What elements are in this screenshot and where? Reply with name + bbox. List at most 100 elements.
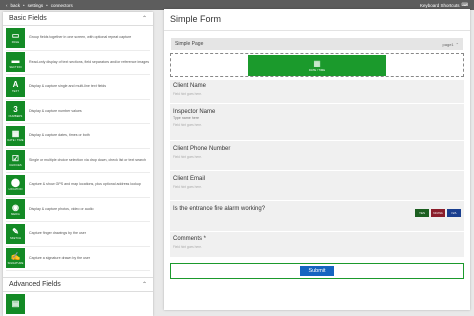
field-palette: Basic Fields ⌃ ▭ PAGE Group fields togethe… <box>3 12 153 316</box>
chevron-up-icon[interactable]: ⌃ <box>142 15 147 22</box>
palette-item-media[interactable]: ◉ MEDIA Display & capture photos, video or… <box>6 198 150 222</box>
palette-item-description: Capture finger drawings by the user <box>29 231 86 236</box>
keyboard-icon: ⌨ <box>461 2 469 7</box>
back-arrow-icon[interactable]: ‹ <box>6 3 8 8</box>
palette-item-description: Single or multiple choice selection via … <box>29 157 147 162</box>
calendar-icon: ▦ <box>313 58 321 68</box>
date-time-label: DATE / TIME <box>308 67 326 72</box>
advanced-glyph-icon: ▤ <box>11 299 20 309</box>
chevron-up-icon[interactable]: ⌃ <box>142 281 147 288</box>
section-tile: ▬ SECTION <box>6 52 25 73</box>
section-icon: ▬ <box>11 55 20 65</box>
date-time-field[interactable]: ▦ DATE / TIME <box>248 54 386 76</box>
field-hint: Field hint goes here. <box>173 185 202 189</box>
text-tile: A TEXT <box>6 76 25 97</box>
sketch-tile: ✎ SKETCH <box>6 223 25 244</box>
field-hint: Field hint goes here. <box>173 92 202 96</box>
palette-item-date-time[interactable]: ▦ DATE / TIME Display & capture dates, tim… <box>6 124 150 149</box>
basic-fields-header[interactable]: Basic Fields ⌃ <box>3 12 153 26</box>
field-inspector-name[interactable]: Inspector Name Type name here Field hint… <box>170 104 464 141</box>
field-client-name[interactable]: Client Name Field hint goes here. <box>170 80 464 104</box>
palette-item-description: Display & capture photos, video or audio <box>29 206 94 211</box>
advanced-fields-section: Advanced Fields ⌃ ▤ <box>3 277 153 316</box>
choice-buttons: YES NO/NA N/A <box>415 209 461 217</box>
tile-label: NUMBERS <box>8 114 23 118</box>
field-comments[interactable]: Comments * Field hint goes here. <box>170 232 464 258</box>
field-label: Client Phone Number <box>173 146 231 152</box>
field-label: Is the entrance fire alarm working? <box>173 206 266 212</box>
tile-label: SKETCH <box>9 237 22 241</box>
drop-zone[interactable]: ▦ DATE / TIME <box>170 53 464 77</box>
basic-fields-list: ▭ PAGE Group fields together in one screen… <box>3 26 153 271</box>
tile-label: MEDIA <box>11 212 20 216</box>
choice-yes-button[interactable]: YES <box>415 209 429 217</box>
field-client-phone[interactable]: Client Phone Number Field hint goes here… <box>170 141 464 171</box>
form-title[interactable]: Simple Form <box>164 9 470 31</box>
palette-item-description: Display & capture number values <box>29 108 82 113</box>
keyboard-shortcuts-link[interactable]: Keyboard Shortcuts ⌨ <box>420 2 468 8</box>
tile-label: SECTION <box>9 65 22 69</box>
keyboard-shortcuts-label: Keyboard Shortcuts <box>419 2 460 8</box>
palette-item-description: Capture a signature drawn by the user <box>29 255 91 260</box>
date-time-tile: ▦ DATE / TIME <box>6 125 25 146</box>
breadcrumb-separator: • <box>46 2 48 8</box>
media-tile: ◉ MEDIA <box>6 199 25 220</box>
date-time-icon: ▦ <box>11 129 20 139</box>
field-hint: Field hint goes here. <box>173 123 202 127</box>
tile-label: TEXT <box>11 90 20 94</box>
tile-label: SIGNATURE <box>7 261 24 265</box>
tile-label: CHOICES <box>9 163 22 167</box>
choice-no-button[interactable]: NO/NA <box>431 209 445 217</box>
palette-item-advanced[interactable]: ▤ <box>6 292 150 316</box>
text-icon: A <box>12 80 19 90</box>
palette-item-description: Group fields together in one screen, wit… <box>29 35 132 40</box>
expand-icon[interactable]: ⌃ <box>456 42 459 47</box>
numbers-icon: 3 <box>13 104 18 114</box>
signature-tile: ✍ SIGNATURE <box>6 248 25 269</box>
palette-item-page[interactable]: ▭ PAGE Group fields together in one screen… <box>6 26 150 51</box>
choices-icon: ☑ <box>11 153 20 163</box>
palette-item-text[interactable]: A TEXT Display & capture single and multi-… <box>6 75 150 100</box>
palette-item-description: Capture & show GPS and map locations, pl… <box>29 182 141 187</box>
signature-icon: ✍ <box>10 251 21 261</box>
advanced-fields-header[interactable]: Advanced Fields ⌃ <box>3 278 153 292</box>
palette-item-numbers[interactable]: 3 NUMBERS Display & capture number values <box>6 100 150 124</box>
palette-item-signature[interactable]: ✍ SIGNATURE Capture a signature drawn by t… <box>6 247 150 271</box>
palette-item-choices[interactable]: ☑ CHOICES Single or multiple choice select… <box>6 149 150 173</box>
location-icon: ⬤ <box>11 178 20 188</box>
palette-item-description: Display & capture single and multi-line … <box>29 84 107 89</box>
advanced-fields-title: Advanced Fields <box>9 281 61 288</box>
field-client-email[interactable]: Client Email Field hint goes here. <box>170 171 464 201</box>
basic-fields-title: Basic Fields <box>9 15 47 22</box>
tile-label: DATE / TIME <box>7 139 24 143</box>
page-tag: page1 <box>442 41 454 47</box>
tile-label: LOCATION <box>8 188 23 192</box>
submit-button[interactable]: Submit <box>300 266 334 276</box>
field-label: Client Name <box>173 83 207 89</box>
breadcrumb-separator: • <box>23 2 25 8</box>
page-label: Simple Page <box>175 41 204 47</box>
palette-item-description: Display & capture dates, times or both <box>29 133 90 138</box>
breadcrumb: ‹ back • settings • connectors <box>6 3 73 8</box>
field-label: Comments * <box>173 236 207 242</box>
breadcrumb-connectors[interactable]: connectors <box>51 3 73 8</box>
field-label: Inspector Name <box>173 109 216 115</box>
palette-item-sketch[interactable]: ✎ SKETCH Capture finger drawings by the us… <box>6 222 150 247</box>
field-label: Client Email <box>173 176 206 182</box>
form-editor: Simple Form Simple Page page1 ⌃ ▦ DATE /… <box>164 9 470 310</box>
choice-na-button[interactable]: N/A <box>447 209 461 217</box>
field-hint: Field hint goes here. <box>173 245 202 249</box>
palette-item-section[interactable]: ▬ SECTION Read-only display of text sectio… <box>6 51 150 75</box>
palette-item-location[interactable]: ⬤ LOCATION Capture & show GPS and map loca… <box>6 173 150 198</box>
media-icon: ◉ <box>12 202 19 212</box>
sketch-icon: ✎ <box>12 227 19 237</box>
palette-item-description: Read-only display of text sections, fiel… <box>29 59 150 64</box>
page-header[interactable]: Simple Page page1 ⌃ <box>171 38 463 50</box>
breadcrumb-settings[interactable]: settings <box>28 3 44 8</box>
tile-label: PAGE <box>11 41 20 45</box>
numbers-tile: 3 NUMBERS <box>6 101 25 122</box>
breadcrumb-back[interactable]: back <box>11 3 21 8</box>
field-fire-alarm[interactable]: Is the entrance fire alarm working? YES … <box>170 201 464 232</box>
field-placeholder: Type name here <box>173 116 199 120</box>
choices-tile: ☑ CHOICES <box>6 150 25 171</box>
